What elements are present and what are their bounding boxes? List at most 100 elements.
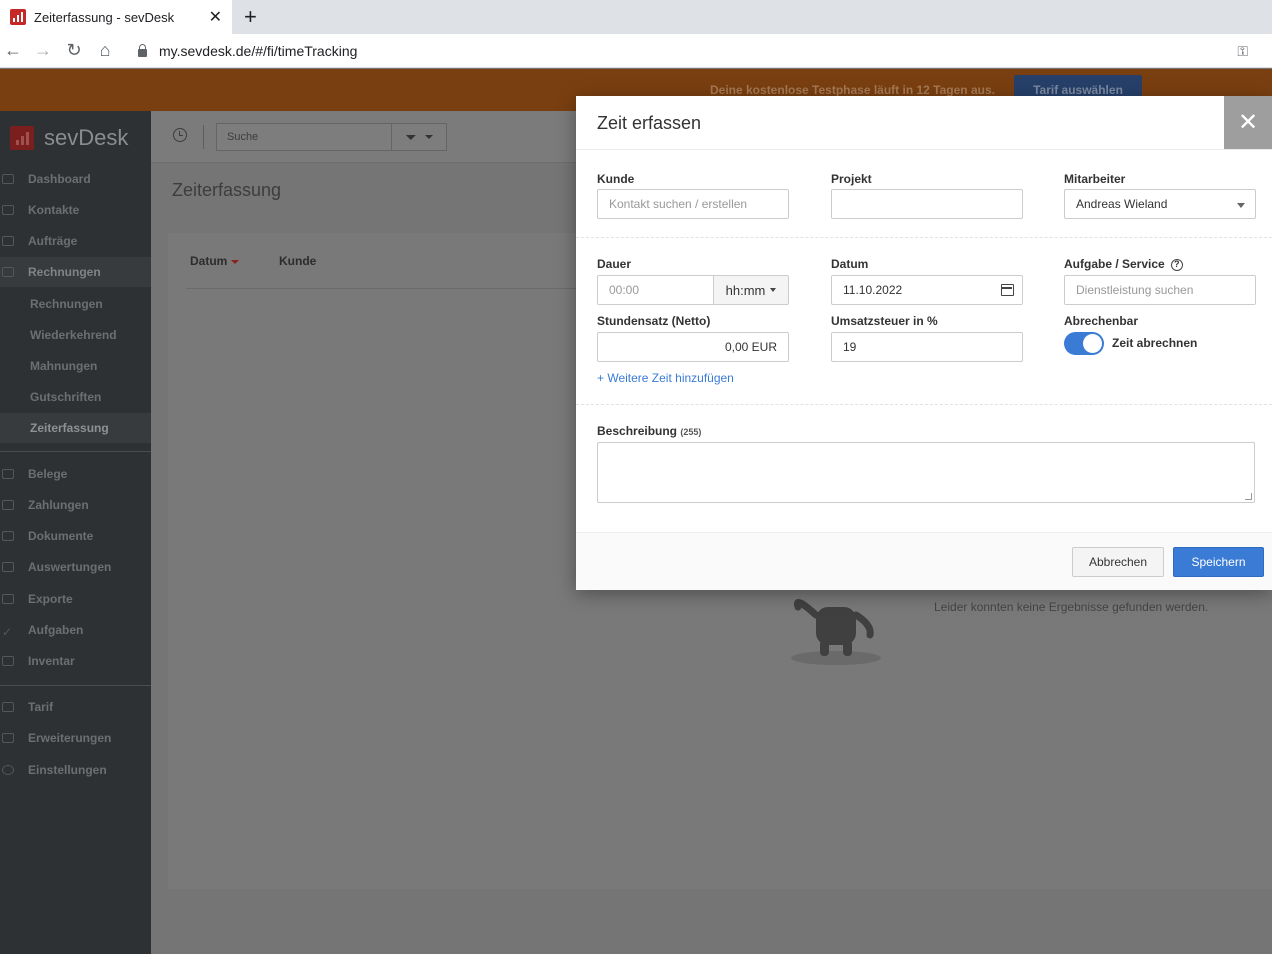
link-icon xyxy=(2,733,14,743)
dialog-footer: Abbrechen Speichern xyxy=(576,532,1272,590)
receipt-icon xyxy=(2,469,14,479)
close-icon[interactable]: ✕ xyxy=(1224,96,1272,149)
mitarbeiter-select[interactable]: Andreas Wieland xyxy=(1064,189,1256,219)
sidebar-item-aufgaben[interactable]: ✓ Aufgaben xyxy=(0,615,151,645)
sidebar-item-label: Rechnungen xyxy=(28,265,101,279)
sidebar-item-zahlungen[interactable]: Zahlungen xyxy=(0,490,151,520)
browser-tab[interactable]: Zeiterfassung - sevDesk ✕ xyxy=(0,0,232,34)
sidebar-item-label: Zeiterfassung xyxy=(30,421,109,435)
box-icon xyxy=(2,656,14,666)
logo[interactable]: sevDesk xyxy=(10,125,128,151)
sidebar-item-belege[interactable]: Belege xyxy=(0,459,151,489)
sidebar-item-label: Belege xyxy=(28,467,68,481)
sidebar-item-label: Inventar xyxy=(28,654,75,668)
invoice-icon xyxy=(2,267,14,277)
column-header-datum[interactable]: Datum xyxy=(190,254,240,268)
cancel-button[interactable]: Abbrechen xyxy=(1072,547,1164,577)
sevdesk-favicon-icon xyxy=(10,9,26,25)
logo-text: sevDesk xyxy=(44,125,129,150)
resize-handle-icon[interactable] xyxy=(1245,493,1252,500)
help-icon[interactable]: ? xyxy=(1170,259,1183,271)
sidebar-item-label: Erweiterungen xyxy=(28,731,112,745)
sidebar-item-dokumente[interactable]: Dokumente xyxy=(0,521,151,551)
cloud-icon xyxy=(2,174,14,184)
sidebar: sevDesk Dashboard Kontakte Aufträge Rech… xyxy=(0,111,151,954)
sidebar-item-label: Wiederkehrend xyxy=(30,328,117,342)
chevron-down-icon xyxy=(770,288,777,292)
time-entry-dialog: Zeit erfassen ✕ Kunde Kontakt suchen / e… xyxy=(576,96,1272,590)
address-bar[interactable]: my.sevdesk.de/#/fi/timeTracking xyxy=(126,38,1256,64)
billable-toggle-label[interactable]: Zeit abrechnen xyxy=(1112,336,1197,350)
aufgabe-label: Aufgabe / Service? xyxy=(1064,257,1183,271)
stundensatz-input[interactable]: 0,00 EUR xyxy=(597,332,789,362)
sidebar-item-auswertungen[interactable]: Auswertungen xyxy=(0,552,151,582)
sidebar-divider xyxy=(0,685,151,686)
add-time-link[interactable]: + Weitere Zeit hinzufügen xyxy=(597,371,734,385)
aufgabe-input[interactable]: Dienstleistung suchen xyxy=(1064,275,1256,305)
sidebar-item-label: Dokumente xyxy=(28,529,94,543)
filter-button[interactable]: ⏷ xyxy=(391,123,447,151)
dialog-title: Zeit erfassen xyxy=(597,113,702,133)
payment-icon xyxy=(2,500,14,510)
sidebar-subitem-mahnungen[interactable]: Mahnungen xyxy=(0,351,151,381)
table-header-divider xyxy=(186,288,586,289)
chevron-down-icon xyxy=(424,135,433,139)
clock-icon[interactable] xyxy=(173,128,187,142)
export-icon xyxy=(2,594,14,604)
time-unit-dropdown[interactable]: hh:mm xyxy=(713,275,789,305)
sidebar-subitem-zeiterfassung[interactable]: Zeiterfassung xyxy=(0,413,151,443)
dialog-header: Zeit erfassen ✕ xyxy=(576,96,1272,150)
save-button[interactable]: Speichern xyxy=(1173,547,1264,577)
kunde-input[interactable]: Kontakt suchen / erstellen xyxy=(597,189,789,219)
contacts-icon xyxy=(2,205,14,215)
section-divider xyxy=(576,404,1272,405)
sidebar-subitem-wiederkehrend[interactable]: Wiederkehrend xyxy=(0,320,151,350)
column-header-kunde[interactable]: Kunde xyxy=(279,254,316,268)
sidebar-item-label: Gutschriften xyxy=(30,390,102,404)
umsatzsteuer-label: Umsatzsteuer in % xyxy=(831,314,938,328)
time-unit-label: hh:mm xyxy=(725,282,766,298)
sidebar-item-exporte[interactable]: Exporte xyxy=(0,584,151,614)
browser-tab-title: Zeiterfassung - sevDesk xyxy=(34,9,175,25)
dauer-input[interactable]: 00:00 xyxy=(597,275,714,305)
calendar-icon[interactable] xyxy=(1001,284,1014,296)
sidebar-item-label: Exporte xyxy=(28,592,73,606)
sidebar-item-rechnungen[interactable]: Rechnungen xyxy=(0,257,151,287)
sidebar-item-erweiterungen[interactable]: Erweiterungen xyxy=(0,723,151,753)
sevdesk-logo-icon xyxy=(10,126,34,150)
sidebar-item-auftraege[interactable]: Aufträge xyxy=(0,226,151,256)
url-text: my.sevdesk.de/#/fi/timeTracking xyxy=(159,43,358,59)
folder-icon xyxy=(2,236,14,246)
home-icon[interactable]: ⌂ xyxy=(94,40,116,61)
sidebar-item-inventar[interactable]: Inventar xyxy=(0,646,151,676)
back-icon[interactable]: ← xyxy=(2,40,24,61)
datum-input[interactable]: 11.10.2022 xyxy=(831,275,1023,305)
sidebar-item-label: Zahlungen xyxy=(28,498,89,512)
sidebar-item-dashboard[interactable]: Dashboard xyxy=(0,164,151,194)
new-tab-icon[interactable]: + xyxy=(244,4,257,30)
section-divider xyxy=(576,237,1272,238)
sidebar-item-tarif[interactable]: Tarif xyxy=(0,692,151,722)
beschreibung-textarea[interactable] xyxy=(597,442,1255,503)
search-input[interactable]: Suche xyxy=(216,123,392,151)
close-tab-icon[interactable]: ✕ xyxy=(209,7,222,27)
sort-caret-icon xyxy=(231,259,240,264)
reload-icon[interactable]: ↻ xyxy=(63,40,85,61)
forward-icon[interactable]: → xyxy=(32,40,54,61)
sidebar-subitem-rechnungen[interactable]: Rechnungen xyxy=(0,289,151,319)
page-title: Zeiterfassung xyxy=(172,180,282,200)
umsatzsteuer-input[interactable]: 19 xyxy=(831,332,1023,362)
mascot-illustration xyxy=(791,599,881,665)
char-limit: (255) xyxy=(680,427,702,437)
abrechenbar-label: Abrechenbar xyxy=(1064,314,1139,328)
sidebar-item-einstellungen[interactable]: Einstellungen xyxy=(0,755,151,785)
sidebar-item-label: Aufgaben xyxy=(28,623,84,637)
sidebar-subitem-gutschriften[interactable]: Gutschriften xyxy=(0,382,151,412)
trial-banner-text: Deine kostenlose Testphase läuft in 12 T… xyxy=(710,83,995,97)
sidebar-item-kontakte[interactable]: Kontakte xyxy=(0,195,151,225)
billable-toggle[interactable] xyxy=(1064,332,1104,355)
projekt-input[interactable] xyxy=(831,189,1023,219)
sidebar-item-label: Einstellungen xyxy=(28,763,107,777)
key-icon[interactable]: ⚿ xyxy=(1237,43,1248,60)
sidebar-item-label: Rechnungen xyxy=(30,297,103,311)
